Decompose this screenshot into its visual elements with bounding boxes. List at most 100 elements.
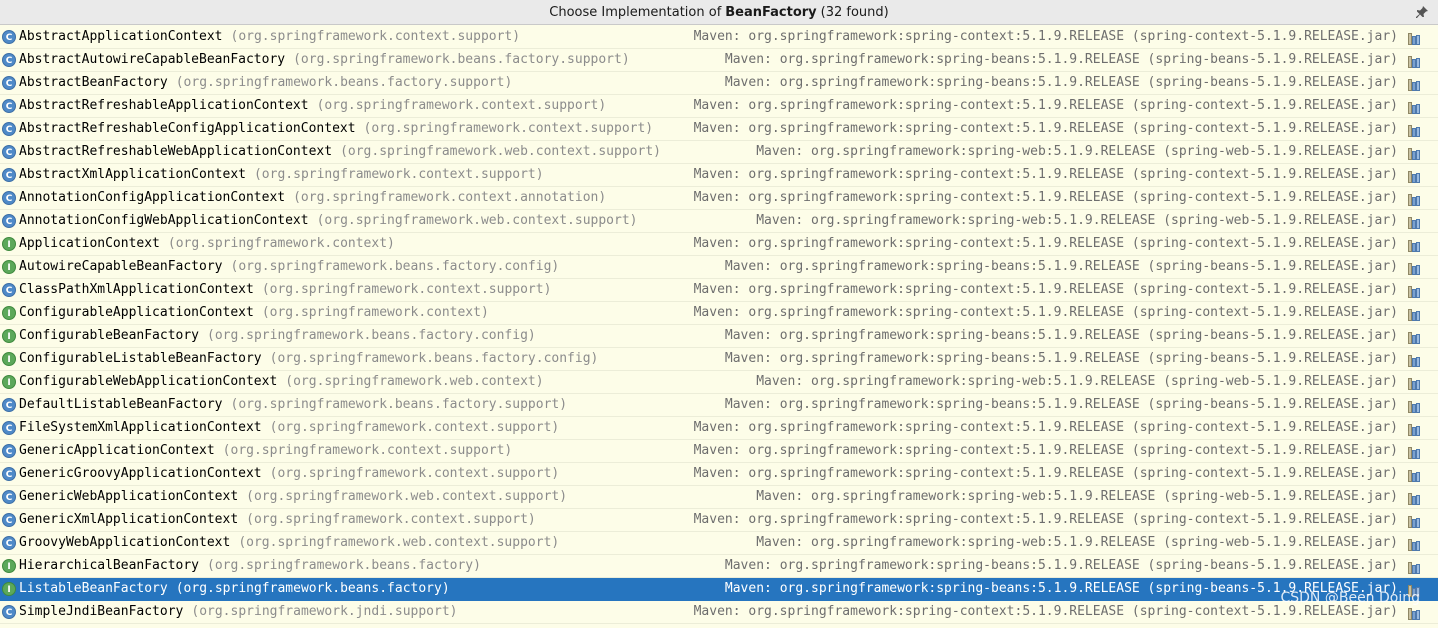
library-source: Maven: org.springframework:spring-beans:… — [724, 75, 1398, 90]
class-icon: C — [2, 444, 16, 458]
item-label: SimpleJndiBeanFactory (org.springframewor… — [19, 601, 457, 623]
implementation-list[interactable]: C AbstractApplicationContext (org.springfr… — [0, 26, 1438, 624]
interface-icon: I — [2, 260, 16, 274]
library-source: Maven: org.springframework:spring-contex… — [693, 420, 1398, 435]
list-item[interactable]: C AnnotationConfigApplicationContext (org.… — [0, 187, 1438, 210]
list-item[interactable]: C GenericApplicationContext (org.springfra… — [0, 440, 1438, 463]
package-name: (org.springframework.beans.factory) — [175, 581, 450, 596]
class-name: AbstractAutowireCapableBeanFactory — [19, 52, 286, 67]
list-item[interactable]: C GenericWebApplicationContext (org.spring… — [0, 486, 1438, 509]
jar-icon — [1408, 468, 1422, 482]
package-name: (org.springframework.beans.factory) — [207, 558, 481, 573]
library-source: Maven: org.springframework:spring-contex… — [693, 29, 1398, 44]
package-name: (org.springframework.context) — [261, 305, 489, 320]
list-item[interactable]: C AbstractRefreshableApplicationContext (o… — [0, 95, 1438, 118]
class-name: AnnotationConfigWebApplicationContext — [19, 213, 309, 228]
class-icon: C — [2, 53, 16, 67]
list-item[interactable]: I ConfigurableApplicationContext (org.spri… — [0, 302, 1438, 325]
library-source: Maven: org.springframework:spring-contex… — [693, 167, 1398, 182]
jar-icon — [1408, 514, 1422, 528]
package-name: (org.springframework.context.support) — [246, 512, 536, 527]
library-source: Maven: org.springframework:spring-beans:… — [724, 397, 1398, 412]
package-name: (org.springframework.beans.factory.confi… — [230, 259, 560, 274]
list-item[interactable]: I ConfigurableBeanFactory (org.springframe… — [0, 325, 1438, 348]
item-label: AbstractXmlApplicationContext (org.spring… — [19, 164, 544, 186]
jar-icon — [1408, 537, 1422, 551]
jar-icon — [1408, 77, 1422, 91]
class-name: GenericWebApplicationContext — [19, 489, 239, 504]
jar-icon — [1408, 169, 1422, 183]
library-source: Maven: org.springframework:spring-web:5.… — [756, 489, 1398, 504]
list-item[interactable]: I ConfigurableListableBeanFactory (org.spr… — [0, 348, 1438, 371]
package-name: (org.springframework.context.support) — [222, 443, 513, 458]
package-name: (org.springframework.context.support) — [261, 282, 552, 297]
library-source: Maven: org.springframework:spring-contex… — [693, 190, 1398, 205]
class-icon: C — [2, 398, 16, 412]
list-item[interactable]: I ListableBeanFactory (org.springframework… — [0, 578, 1438, 601]
interface-icon: I — [2, 582, 16, 596]
list-item[interactable]: C FileSystemXmlApplicationContext (org.spr… — [0, 417, 1438, 440]
list-item[interactable]: C AnnotationConfigWebApplicationContext (o… — [0, 210, 1438, 233]
class-name: ListableBeanFactory — [19, 581, 168, 596]
class-name: ClassPathXmlApplicationContext — [19, 282, 254, 297]
item-label: AbstractRefreshableConfigApplicationCont… — [19, 118, 653, 140]
list-item[interactable]: C AbstractApplicationContext (org.springfr… — [0, 26, 1438, 49]
item-label: ConfigurableListableBeanFactory (org.spri… — [19, 348, 598, 370]
list-item[interactable]: C AbstractAutowireCapableBeanFactory (org.… — [0, 49, 1438, 72]
class-name: GenericApplicationContext — [19, 443, 215, 458]
class-name: ConfigurableListableBeanFactory — [19, 351, 262, 366]
class-name: SimpleJndiBeanFactory — [19, 604, 184, 619]
title-prefix: Choose Implementation of — [549, 4, 722, 20]
pin-icon[interactable] — [1414, 4, 1430, 20]
class-name: ConfigurableApplicationContext — [19, 305, 254, 320]
list-item[interactable]: I ApplicationContext (org.springframework.… — [0, 233, 1438, 256]
item-label: GenericWebApplicationContext (org.springf… — [19, 486, 567, 508]
class-name: ConfigurableWebApplicationContext — [19, 374, 278, 389]
item-label: GenericApplicationContext (org.springfram… — [19, 440, 512, 462]
popup-title-bar: Choose Implementation of BeanFactory (32… — [0, 0, 1438, 25]
jar-icon — [1408, 261, 1422, 275]
list-item[interactable]: C ClassPathXmlApplicationContext (org.spri… — [0, 279, 1438, 302]
package-name: (org.springframework.beans.factory.suppo… — [175, 75, 513, 90]
list-item[interactable]: C GenericXmlApplicationContext (org.spring… — [0, 509, 1438, 532]
item-label: AbstractRefreshableApplicationContext (or… — [19, 95, 606, 117]
library-source: Maven: org.springframework:spring-contex… — [693, 282, 1398, 297]
jar-icon — [1408, 353, 1422, 367]
item-label: ConfigurableWebApplicationContext (org.sp… — [19, 371, 544, 393]
list-item[interactable]: C DefaultListableBeanFactory (org.springfr… — [0, 394, 1438, 417]
item-label: AnnotationConfigApplicationContext (org.s… — [19, 187, 606, 209]
jar-icon — [1408, 445, 1422, 459]
class-icon: C — [2, 490, 16, 504]
list-item[interactable]: I AutowireCapableBeanFactory (org.springfr… — [0, 256, 1438, 279]
library-source: Maven: org.springframework:spring-beans:… — [724, 52, 1398, 67]
interface-icon: I — [2, 237, 16, 251]
jar-icon — [1408, 215, 1422, 229]
item-label: ConfigurableApplicationContext (org.sprin… — [19, 302, 489, 324]
library-source: Maven: org.springframework:spring-contex… — [693, 466, 1398, 481]
class-icon: C — [2, 76, 16, 90]
list-item[interactable]: C AbstractRefreshableConfigApplicationCon… — [0, 118, 1438, 141]
jar-icon — [1408, 422, 1422, 436]
class-name: GenericGroovyApplicationContext — [19, 466, 262, 481]
list-item[interactable]: C GroovyWebApplicationContext (org.springf… — [0, 532, 1438, 555]
list-item[interactable]: C AbstractBeanFactory (org.springframework… — [0, 72, 1438, 95]
list-item[interactable]: C AbstractRefreshableWebApplicationContex… — [0, 141, 1438, 164]
class-icon: C — [2, 536, 16, 550]
package-name: (org.springframework.web.context.support… — [246, 489, 568, 504]
package-name: (org.springframework.context.annotation) — [293, 190, 607, 205]
item-label: AbstractBeanFactory (org.springframework.… — [19, 72, 512, 94]
class-name: FileSystemXmlApplicationContext — [19, 420, 262, 435]
list-item[interactable]: C AbstractXmlApplicationContext (org.sprin… — [0, 164, 1438, 187]
class-name: AnnotationConfigApplicationContext — [19, 190, 286, 205]
interface-icon: I — [2, 559, 16, 573]
list-item[interactable]: C GenericGroovyApplicationContext (org.spr… — [0, 463, 1438, 486]
jar-icon — [1408, 192, 1422, 206]
list-item[interactable]: I ConfigurableWebApplicationContext (org.s… — [0, 371, 1438, 394]
list-item[interactable]: C SimpleJndiBeanFactory (org.springframewo… — [0, 601, 1438, 624]
list-item[interactable]: I HierarchicalBeanFactory (org.springframe… — [0, 555, 1438, 578]
class-icon: C — [2, 605, 16, 619]
package-name: (org.springframework.beans.factory.confi… — [207, 328, 536, 343]
library-source: Maven: org.springframework:spring-contex… — [693, 512, 1398, 527]
item-label: AbstractRefreshableWebApplicationContext… — [19, 141, 661, 163]
title-target: BeanFactory — [725, 4, 817, 20]
